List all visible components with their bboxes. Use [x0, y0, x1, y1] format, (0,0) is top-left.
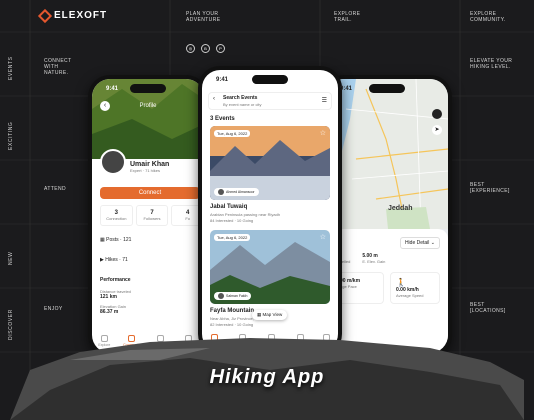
- host-chip: Salman Fakih: [214, 292, 252, 300]
- filter-icon[interactable]: ☰: [322, 97, 327, 104]
- host-avatar: [218, 189, 224, 195]
- favorite-icon[interactable]: ☆: [320, 233, 326, 241]
- top-text-3: EXPLORE COMMUNITY.: [470, 11, 506, 23]
- distance-value: 121 km: [100, 294, 117, 300]
- compass-button[interactable]: [432, 109, 442, 119]
- hikes-label: Hikes: [105, 257, 118, 263]
- events-count: 3 Events: [210, 116, 235, 122]
- posts-row[interactable]: ▦ Posts · 121: [100, 237, 198, 243]
- back-icon[interactable]: ‹: [213, 96, 215, 102]
- event-name: Fayfa Mountain: [210, 308, 255, 314]
- search-bar[interactable]: ‹ Search Events By event name or city ☰: [208, 92, 332, 110]
- event-meta: 84 Interested · 10 Going: [210, 218, 254, 223]
- vertical-label-events: EVENTS: [8, 56, 14, 80]
- pace-label: age Pace: [340, 284, 357, 289]
- stat-label: Followers: [143, 216, 161, 221]
- vertical-label-exciting: EXCITING: [8, 121, 14, 150]
- top-text-1: PLAN YOUR ADVENTURE: [186, 11, 221, 23]
- connect-button[interactable]: Connect: [100, 187, 200, 199]
- events-phone: 9:41 ‹ Search Events By event name or ci…: [198, 66, 342, 356]
- logo-icon: [37, 8, 53, 23]
- locate-button[interactable]: ➤: [432, 125, 442, 135]
- event-card-image[interactable]: Tue, Aug 6, 2022 ☆ Salman Fakih: [210, 230, 330, 304]
- speed-label: Average Speed: [396, 293, 424, 298]
- vertical-label-new: NEW: [8, 251, 14, 265]
- posts-count: 121: [123, 237, 132, 243]
- left-text-enjoy: ENJOY: [44, 306, 63, 312]
- profile-header: Profile: [139, 103, 157, 109]
- event-desc: Arabian Peninsula passing near Riyadh: [210, 212, 281, 217]
- event-meta: 82 Interested · 10 Going: [210, 322, 254, 327]
- stat-label: Connection: [106, 216, 127, 221]
- profile-name: Umair Khan: [130, 161, 170, 168]
- left-text-attend: ATTEND: [44, 186, 67, 192]
- pinterest-icon[interactable]: P: [216, 44, 225, 53]
- elevation-value: 86.37 m: [100, 309, 119, 315]
- map-view-label: Map View: [262, 312, 283, 317]
- right-text-elevate: ELEVATE YOUR HIKING LEVEL.: [470, 58, 513, 70]
- app-title: Hiking App: [209, 366, 325, 388]
- avatar: [100, 149, 126, 175]
- favorite-icon[interactable]: ☆: [320, 129, 326, 137]
- host-avatar: [218, 293, 224, 299]
- status-time: 9:41: [340, 86, 353, 92]
- elevation-label: E. Elev. Gain: [362, 259, 386, 264]
- top-text-2: EXPLORE TRAIL.: [334, 11, 361, 23]
- profile-hikes: 71 hikes: [145, 168, 161, 173]
- host-name: Salman Fakih: [226, 294, 248, 298]
- host-chip: Ahmed Almansoor: [214, 188, 259, 196]
- profile-phone: 9:41 ‹ Profile Umair Khan Expert · 71 hi…: [88, 75, 208, 357]
- right-text-experience: BEST [EXPERIENCE]: [470, 182, 510, 194]
- dribbble-icon[interactable]: ◎: [186, 44, 195, 53]
- brand-name: ELEXOFT: [54, 10, 108, 21]
- profile-level: Expert: [130, 168, 142, 173]
- connect-label: Connect: [138, 190, 162, 196]
- hide-detail-label: Hide Detail: [404, 240, 430, 246]
- hikes-count: 71: [122, 257, 128, 263]
- map-view-button[interactable]: ▦ Map View: [252, 310, 288, 320]
- right-text-locations: BEST [LOCATIONS]: [470, 302, 506, 314]
- social-icons: ◎ B P: [186, 44, 225, 53]
- behance-icon[interactable]: B: [201, 44, 210, 53]
- host-name: Ahmed Almansoor: [226, 190, 255, 194]
- event-card-image[interactable]: Tue, Aug 6, 2022 ☆ Ahmed Almansoor: [210, 126, 330, 200]
- status-time: 9:41: [106, 86, 119, 92]
- posts-label: Posts: [106, 237, 119, 243]
- event-date-badge: Tue, Aug 6, 2022: [214, 130, 251, 137]
- left-text-connect: CONNECT WITH NATURE.: [44, 58, 72, 76]
- event-name: Jabal Tuwaiq: [210, 204, 248, 210]
- walking-icon: 🚶: [396, 278, 406, 287]
- map-view[interactable]: [326, 79, 448, 229]
- search-title: Search Events: [223, 95, 258, 101]
- search-placeholder: By event name or city: [223, 102, 262, 107]
- profile-stats: 3 Connection 7 Followers 4 Fo: [100, 205, 204, 226]
- status-time: 9:41: [216, 77, 229, 83]
- hikes-row[interactable]: ▶ Hikes · 71: [100, 257, 198, 263]
- performance-heading: Performance: [100, 277, 131, 283]
- event-desc: Near Abha, Jiz Province,: [210, 316, 254, 321]
- brand-logo: ELEXOFT: [37, 8, 108, 23]
- hide-detail-button[interactable]: Hide Detail ⌄: [399, 237, 440, 249]
- map-city-label: Jeddah: [388, 205, 413, 212]
- event-date-badge: Tue, Aug 6, 2022: [214, 234, 251, 241]
